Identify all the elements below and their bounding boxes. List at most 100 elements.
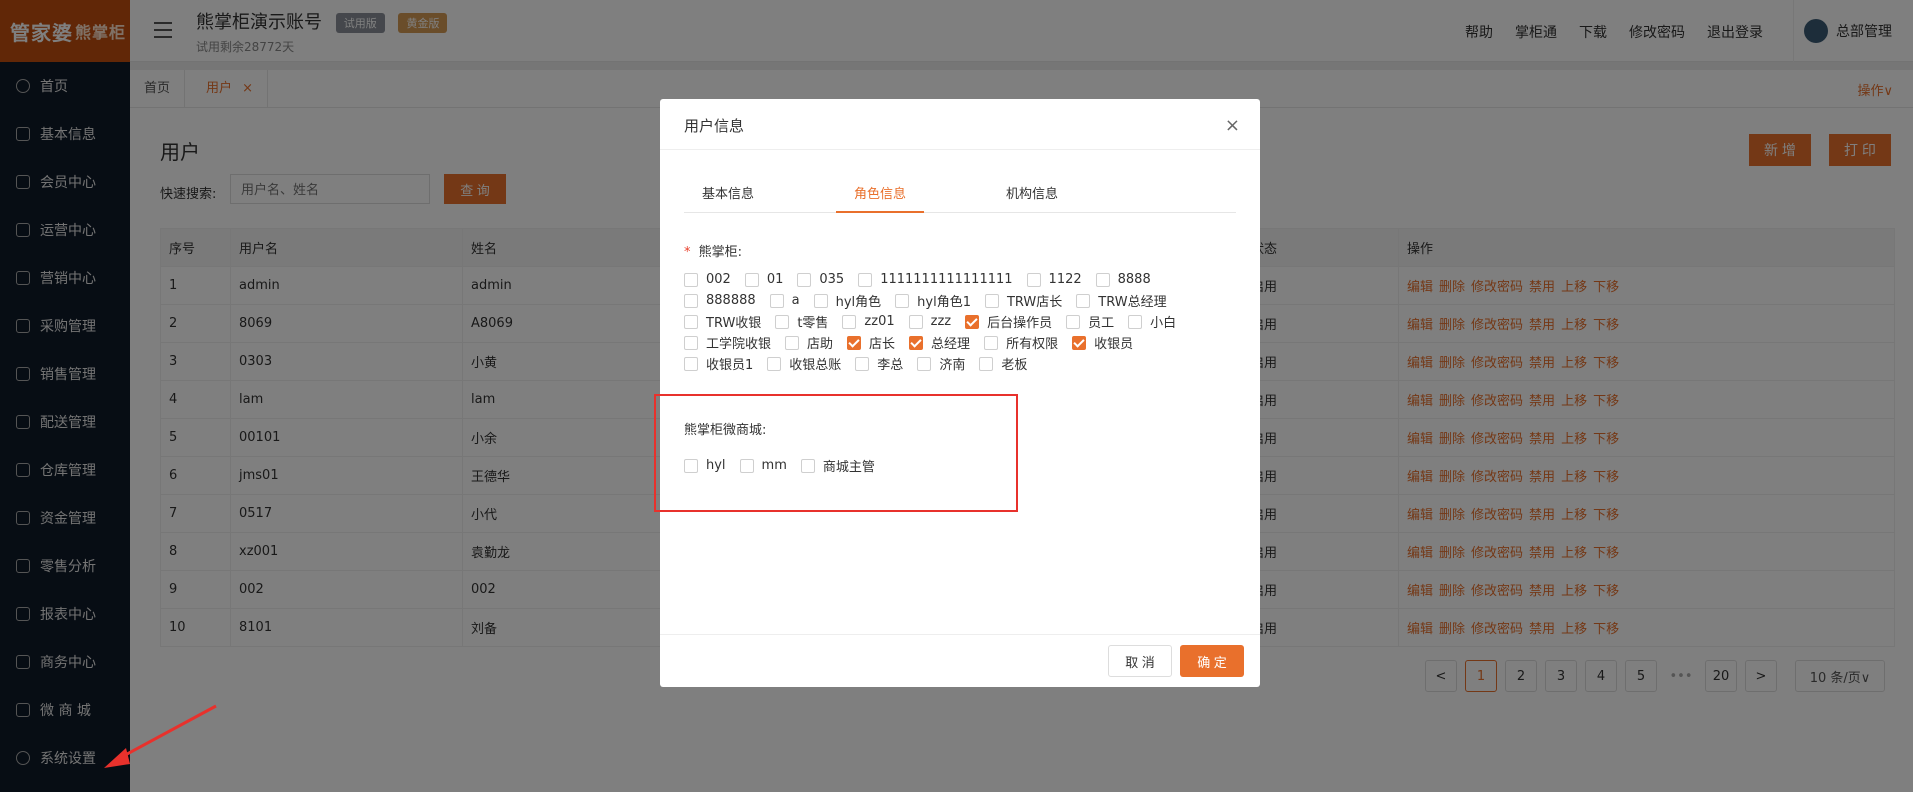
- unchecked-icon[interactable]: [775, 314, 790, 329]
- role-label: 工学院收银: [706, 337, 772, 352]
- dialog-tabs: 基本信息 角色信息 机构信息: [684, 183, 1236, 213]
- unchecked-icon[interactable]: [858, 272, 873, 287]
- role-checkbox[interactable]: TRW总经理: [1076, 292, 1167, 310]
- role-label: t零售: [797, 316, 829, 331]
- role-checkbox[interactable]: 收银员1: [684, 355, 754, 373]
- unchecked-icon[interactable]: [800, 458, 815, 473]
- unchecked-icon[interactable]: [684, 272, 698, 287]
- role-checkbox[interactable]: 1111111111111111: [858, 271, 1013, 288]
- role-checkbox[interactable]: 收银总账: [767, 355, 842, 373]
- role-checkbox[interactable]: 工学院收银: [684, 334, 772, 352]
- role-checkbox[interactable]: TRW收银: [684, 313, 762, 331]
- role-label: 后台操作员: [987, 316, 1053, 331]
- role-checkbox[interactable]: TRW店长: [984, 292, 1063, 310]
- role-checkbox[interactable]: 老板: [979, 355, 1028, 373]
- mall-roles: hyl mm 商城主管: [684, 457, 1224, 475]
- role-label: 所有权限: [1006, 337, 1059, 352]
- unchecked-icon[interactable]: [767, 356, 782, 371]
- divider: [660, 149, 1260, 150]
- role-checkbox[interactable]: 商城主管: [800, 457, 875, 475]
- role-checkbox[interactable]: 01: [744, 271, 784, 288]
- unchecked-icon[interactable]: [908, 314, 923, 329]
- cancel-button[interactable]: 取 消: [1108, 645, 1172, 677]
- unchecked-icon[interactable]: [797, 272, 812, 287]
- tab-role-info[interactable]: 角色信息: [836, 183, 924, 213]
- highlight-box: [654, 394, 1018, 512]
- unchecked-icon[interactable]: [813, 293, 828, 308]
- role-label: zzz: [930, 314, 952, 329]
- role-checkbox[interactable]: 员工: [1066, 313, 1114, 331]
- role-checkbox[interactable]: 888888: [684, 292, 756, 309]
- role-checkbox[interactable]: zz01: [842, 313, 895, 330]
- checked-icon[interactable]: [909, 335, 924, 350]
- role-label: a: [791, 293, 800, 308]
- role-label: hyl角色: [835, 295, 882, 310]
- role-checkbox[interactable]: 收银员: [1072, 334, 1134, 352]
- role-label: 店助: [807, 337, 834, 352]
- confirm-button[interactable]: 确 定: [1180, 645, 1244, 677]
- unchecked-icon[interactable]: [739, 458, 754, 473]
- unchecked-icon[interactable]: [984, 293, 999, 308]
- role-checkbox[interactable]: zzz: [908, 313, 952, 330]
- role-checkbox[interactable]: mm: [739, 457, 787, 474]
- unchecked-icon[interactable]: [684, 335, 698, 350]
- role-label: 李总: [877, 358, 904, 373]
- role-label: 收银员1: [706, 358, 754, 373]
- unchecked-icon[interactable]: [1066, 314, 1081, 329]
- role-checkbox[interactable]: hyl角色: [813, 292, 882, 310]
- unchecked-icon[interactable]: [979, 356, 994, 371]
- role-label: TRW收银: [706, 316, 762, 331]
- role-checkbox[interactable]: 李总: [855, 355, 904, 373]
- unchecked-icon[interactable]: [684, 314, 698, 329]
- role-checkbox[interactable]: 后台操作员: [965, 313, 1053, 331]
- unchecked-icon[interactable]: [769, 293, 784, 308]
- role-label: 8888: [1117, 272, 1151, 287]
- user-info-dialog: 用户信息 × 基本信息 角色信息 机构信息 * 熊掌柜: 002 01 035 111…: [654, 99, 1260, 687]
- role-checkbox[interactable]: 所有权限: [984, 334, 1059, 352]
- role-label: 总经理: [931, 337, 971, 352]
- unchecked-icon[interactable]: [684, 458, 698, 473]
- unchecked-icon[interactable]: [684, 293, 698, 308]
- role-checkbox[interactable]: 店助: [785, 334, 834, 352]
- role-checkbox[interactable]: 店长: [847, 334, 895, 352]
- unchecked-icon[interactable]: [684, 356, 698, 371]
- unchecked-icon[interactable]: [842, 314, 857, 329]
- role-checkbox[interactable]: t零售: [775, 313, 829, 331]
- tab-org-info[interactable]: 机构信息: [988, 183, 1076, 213]
- unchecked-icon[interactable]: [785, 335, 800, 350]
- role-label: 收银总账: [789, 358, 842, 373]
- unchecked-icon[interactable]: [1128, 314, 1143, 329]
- role-label: 商城主管: [822, 460, 875, 475]
- unchecked-icon[interactable]: [744, 272, 759, 287]
- role-checkbox[interactable]: 002: [684, 271, 731, 288]
- tab-basic-info[interactable]: 基本信息: [684, 183, 772, 213]
- close-icon[interactable]: ×: [1225, 115, 1240, 136]
- unchecked-icon[interactable]: [1095, 272, 1110, 287]
- role-label: 老板: [1001, 358, 1028, 373]
- checked-icon[interactable]: [965, 314, 980, 329]
- role-label: 01: [766, 272, 784, 287]
- unchecked-icon[interactable]: [895, 293, 910, 308]
- unchecked-icon[interactable]: [1026, 272, 1041, 287]
- role-label: TRW店长: [1006, 295, 1063, 310]
- role-checkbox[interactable]: a: [769, 292, 800, 309]
- divider: [660, 634, 1260, 635]
- role-checkbox[interactable]: hyl: [684, 457, 726, 474]
- role-checkbox[interactable]: 小白: [1128, 313, 1176, 331]
- role-checkbox[interactable]: 8888: [1095, 271, 1151, 288]
- unchecked-icon[interactable]: [984, 335, 999, 350]
- checked-icon[interactable]: [847, 335, 862, 350]
- role-checkbox[interactable]: 济南: [917, 355, 965, 373]
- group1-label-text: 熊掌柜:: [698, 245, 743, 260]
- role-checkbox[interactable]: 035: [797, 271, 844, 288]
- group1-label: * 熊掌柜:: [684, 241, 742, 260]
- role-checkbox[interactable]: 1122: [1026, 271, 1082, 288]
- role-label: 收银员: [1094, 337, 1134, 352]
- role-checkbox[interactable]: 总经理: [909, 334, 971, 352]
- unchecked-icon[interactable]: [1076, 293, 1091, 308]
- unchecked-icon[interactable]: [855, 356, 870, 371]
- role-checkbox[interactable]: hyl角色1: [895, 292, 971, 310]
- dialog-title: 用户信息: [684, 117, 745, 135]
- checked-icon[interactable]: [1072, 335, 1087, 350]
- unchecked-icon[interactable]: [917, 356, 932, 371]
